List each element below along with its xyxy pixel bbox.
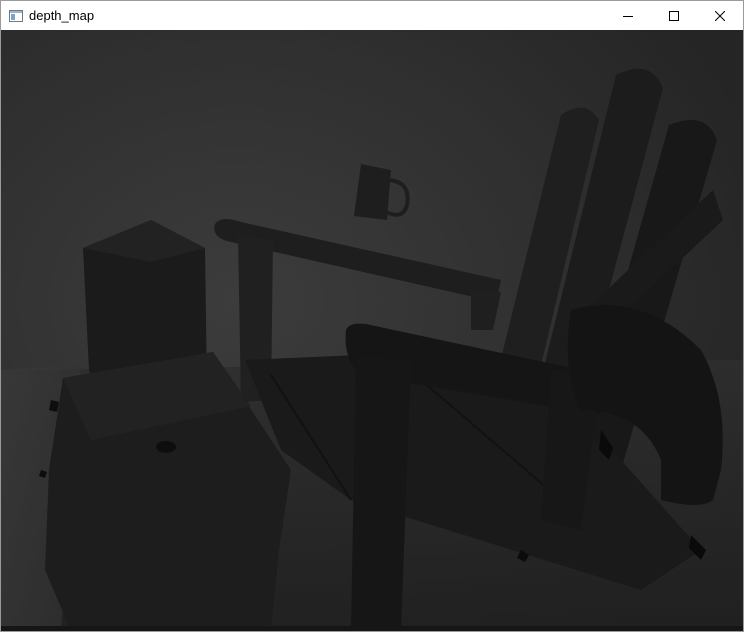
app-window-icon[interactable]: [8, 8, 24, 24]
chair-right-leg: [351, 355, 411, 631]
depth-map-image: [1, 30, 743, 631]
close-button[interactable]: [697, 1, 743, 30]
depth-map-canvas[interactable]: [1, 30, 743, 631]
minimize-button[interactable]: [605, 1, 651, 30]
depth-map-window: depth_map: [0, 0, 744, 632]
title-bar[interactable]: depth_map: [1, 1, 743, 30]
box-hole: [156, 441, 176, 453]
minimize-icon: [623, 15, 633, 17]
maximize-button[interactable]: [651, 1, 697, 30]
caption-buttons: [605, 1, 743, 30]
maximize-icon: [669, 10, 679, 21]
bottom-edge: [1, 626, 743, 631]
window-title: depth_map: [29, 8, 95, 23]
close-icon: [715, 10, 725, 21]
